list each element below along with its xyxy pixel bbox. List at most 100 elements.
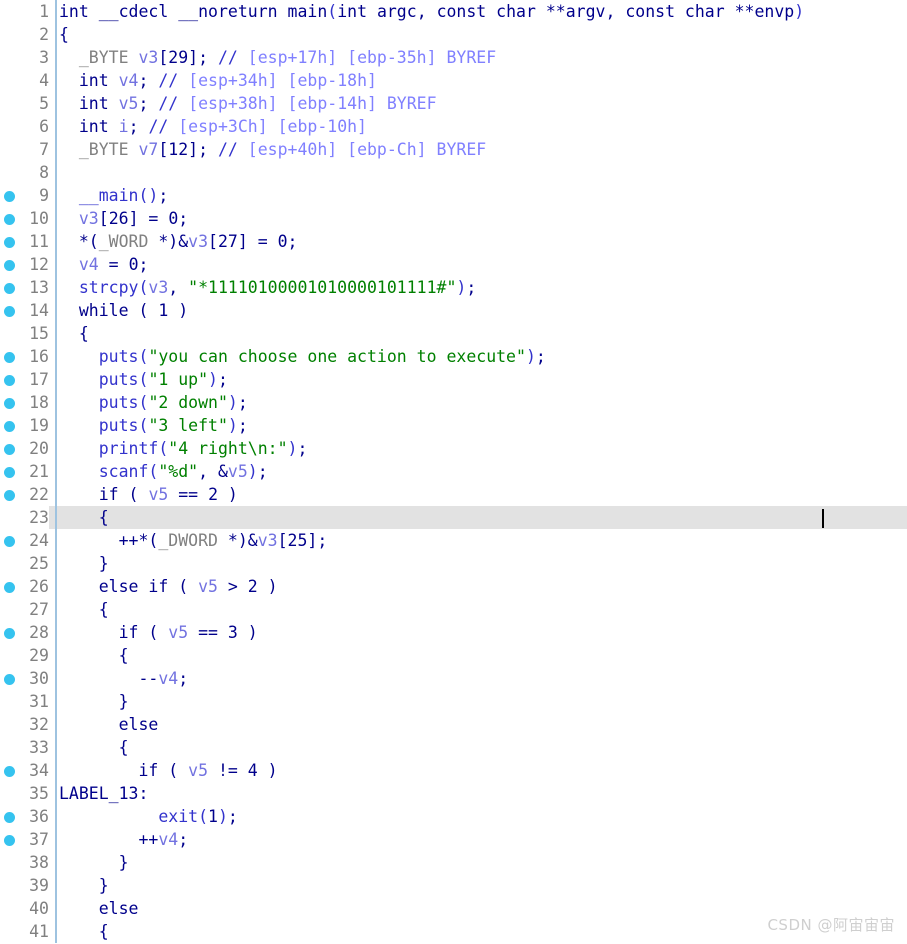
code-line[interactable]: 38 } [0,851,907,874]
breakpoint-toggle[interactable] [0,253,22,276]
breakpoint-toggle[interactable] [0,299,22,322]
breakpoint-toggle[interactable] [0,368,22,391]
breakpoint-icon[interactable] [4,536,15,547]
code-line[interactable]: 25 } [0,552,907,575]
breakpoint-icon[interactable] [4,490,15,501]
code-line[interactable]: 2{ [0,23,907,46]
code-text[interactable]: { [59,920,109,943]
code-line[interactable]: 33 { [0,736,907,759]
code-text[interactable]: else [59,713,159,736]
breakpoint-toggle[interactable] [0,667,22,690]
code-text[interactable]: _BYTE v7[12]; // [esp+40h] [ebp-Ch] BYRE… [59,138,486,161]
breakpoint-toggle[interactable] [0,115,22,138]
code-text[interactable]: *(_WORD *)&v3[27] = 0; [59,230,298,253]
breakpoint-toggle[interactable] [0,46,22,69]
code-text[interactable]: _BYTE v3[29]; // [esp+17h] [ebp-35h] BYR… [59,46,496,69]
code-line[interactable]: 11 *(_WORD *)&v3[27] = 0; [0,230,907,253]
code-text[interactable]: __main(); [59,184,168,207]
breakpoint-toggle[interactable] [0,391,22,414]
code-line[interactable]: 16 puts("you can choose one action to ex… [0,345,907,368]
code-line[interactable]: 22 if ( v5 == 2 ) [0,483,907,506]
code-line[interactable]: 18 puts("2 down"); [0,391,907,414]
code-line[interactable]: 4 int v4; // [esp+34h] [ebp-18h] [0,69,907,92]
breakpoint-toggle[interactable] [0,920,22,943]
breakpoint-toggle[interactable] [0,529,22,552]
code-line[interactable]: 36 exit(1); [0,805,907,828]
breakpoint-toggle[interactable] [0,184,22,207]
breakpoint-toggle[interactable] [0,552,22,575]
breakpoint-toggle[interactable] [0,207,22,230]
breakpoint-icon[interactable] [4,421,15,432]
breakpoint-icon[interactable] [4,352,15,363]
code-text[interactable]: --v4; [59,667,188,690]
code-text[interactable]: puts("1 up"); [59,368,228,391]
code-text[interactable]: ++*(_DWORD *)&v3[25]; [59,529,328,552]
code-line[interactable]: 10 v3[26] = 0; [0,207,907,230]
breakpoint-toggle[interactable] [0,759,22,782]
code-line[interactable]: 30 --v4; [0,667,907,690]
breakpoint-icon[interactable] [4,283,15,294]
code-text[interactable]: while ( 1 ) [59,299,188,322]
code-line[interactable]: 6 int i; // [esp+3Ch] [ebp-10h] [0,115,907,138]
breakpoint-toggle[interactable] [0,161,22,184]
breakpoint-toggle[interactable] [0,713,22,736]
breakpoint-toggle[interactable] [0,506,22,529]
code-lines-container[interactable]: 1 int __cdecl __noreturn main(int argc, c… [0,0,907,943]
breakpoint-icon[interactable] [4,582,15,593]
code-line[interactable]: 19 puts("3 left"); [0,414,907,437]
breakpoint-toggle[interactable] [0,460,22,483]
breakpoint-icon[interactable] [4,260,15,271]
code-line[interactable]: 24 ++*(_DWORD *)&v3[25]; [0,529,907,552]
pseudocode-editor[interactable]: 1 int __cdecl __noreturn main(int argc, c… [0,0,907,944]
code-text[interactable]: int i; // [esp+3Ch] [ebp-10h] [59,115,367,138]
code-line[interactable]: 3 _BYTE v3[29]; // [esp+17h] [ebp-35h] B… [0,46,907,69]
code-line[interactable]: 21 scanf("%d", &v5); [0,460,907,483]
code-line[interactable]: 26 else if ( v5 > 2 ) [0,575,907,598]
breakpoint-toggle[interactable] [0,69,22,92]
code-text[interactable]: puts("2 down"); [59,391,248,414]
breakpoint-toggle[interactable] [0,230,22,253]
code-text[interactable]: if ( v5 != 4 ) [59,759,277,782]
code-text[interactable]: LABEL_13: [59,782,148,805]
code-line[interactable]: 31 } [0,690,907,713]
breakpoint-icon[interactable] [4,444,15,455]
code-text[interactable]: ++v4; [59,828,188,851]
code-line[interactable]: 29 { [0,644,907,667]
code-text[interactable]: { [59,736,129,759]
breakpoint-toggle[interactable] [0,621,22,644]
breakpoint-toggle[interactable] [0,805,22,828]
code-text[interactable]: int __cdecl __noreturn main(int argc, co… [59,0,804,23]
breakpoint-toggle[interactable] [0,414,22,437]
code-line[interactable]: 37 ++v4; [0,828,907,851]
code-line[interactable]: 9 __main(); [0,184,907,207]
code-text[interactable]: } [59,552,109,575]
code-line[interactable]: 7 _BYTE v7[12]; // [esp+40h] [ebp-Ch] BY… [0,138,907,161]
code-text[interactable]: } [59,851,129,874]
breakpoint-icon[interactable] [4,628,15,639]
code-line[interactable]: 14 while ( 1 ) [0,299,907,322]
code-line[interactable]: 39 } [0,874,907,897]
code-text[interactable]: v3[26] = 0; [59,207,188,230]
code-line[interactable]: 20 printf("4 right\n:"); [0,437,907,460]
code-line[interactable]: 35 LABEL_13: [0,782,907,805]
breakpoint-toggle[interactable] [0,345,22,368]
code-text[interactable]: } [59,874,109,897]
code-text[interactable]: { [59,644,129,667]
breakpoint-toggle[interactable] [0,897,22,920]
code-line[interactable]: 1 int __cdecl __noreturn main(int argc, c… [0,0,907,23]
breakpoint-toggle[interactable] [0,92,22,115]
breakpoint-toggle[interactable] [0,644,22,667]
breakpoint-icon[interactable] [4,306,15,317]
breakpoint-icon[interactable] [4,467,15,478]
code-text[interactable]: int v5; // [esp+38h] [ebp-14h] BYREF [59,92,437,115]
breakpoint-toggle[interactable] [0,0,22,23]
code-text[interactable]: { [59,322,89,345]
code-text[interactable]: v4 = 0; [59,253,149,276]
breakpoint-icon[interactable] [4,191,15,202]
code-text[interactable]: strcpy(v3, "*11110100001010000101111#"); [59,276,476,299]
code-text[interactable]: if ( v5 == 3 ) [59,621,258,644]
breakpoint-toggle[interactable] [0,851,22,874]
code-text[interactable]: puts("you can choose one action to execu… [59,345,546,368]
code-text[interactable]: else [59,897,139,920]
breakpoint-toggle[interactable] [0,437,22,460]
